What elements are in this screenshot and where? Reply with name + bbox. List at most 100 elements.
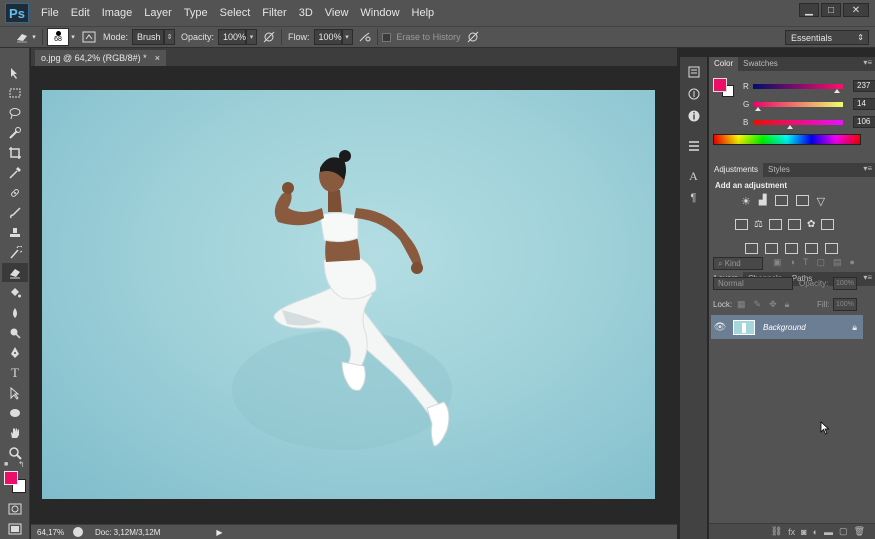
lock-image-icon[interactable]: ✎ [754, 299, 762, 310]
canvas-area[interactable] [31, 66, 677, 524]
foreground-color-swatch[interactable] [4, 471, 18, 485]
menu-filter[interactable]: Filter [256, 0, 292, 26]
color-spectrum-bar[interactable] [713, 134, 861, 145]
blur-tool-icon[interactable] [2, 303, 28, 322]
new-group-folder-icon[interactable]: ▬ [824, 527, 833, 537]
mode-select[interactable]: Brush [132, 29, 165, 45]
lock-all-icon[interactable]: 🔒︎ [785, 299, 790, 310]
gradient-map-icon[interactable] [805, 243, 818, 254]
swap-colors-icon[interactable]: ↰ [18, 460, 25, 469]
paragraph-panel-icon[interactable]: ¶ [680, 187, 707, 209]
menu-image[interactable]: Image [96, 0, 139, 26]
red-slider-thumb[interactable] [833, 88, 840, 93]
menu-type[interactable]: Type [178, 0, 214, 26]
fill-input[interactable]: 100% [833, 298, 857, 311]
quick-mask-icon[interactable] [2, 499, 28, 518]
history-panel-icon[interactable] [680, 61, 707, 83]
curves-icon[interactable] [774, 195, 788, 206]
brush-tool-icon[interactable] [2, 203, 28, 222]
quick-selection-tool-icon[interactable] [2, 123, 28, 142]
exposure-icon[interactable] [795, 195, 809, 206]
channel-mixer-icon[interactable]: ✿ [807, 219, 815, 230]
history-brush-tool-icon[interactable] [2, 243, 28, 262]
tab-color[interactable]: Color [709, 57, 739, 71]
menu-3d[interactable]: 3D [293, 0, 319, 26]
screen-mode-icon[interactable] [2, 519, 28, 538]
layer-comps-icon[interactable] [680, 135, 707, 157]
paint-bucket-tool-icon[interactable] [2, 283, 28, 302]
properties-panel-icon[interactable] [680, 83, 707, 105]
green-value[interactable]: 14 [853, 98, 875, 110]
pressure-opacity-icon[interactable] [261, 29, 277, 45]
airbrush-icon[interactable] [357, 29, 373, 45]
minimize-button[interactable]: ▁ [799, 3, 819, 17]
menu-help[interactable]: Help [406, 0, 441, 26]
red-slider[interactable] [753, 83, 843, 93]
menu-select[interactable]: Select [214, 0, 257, 26]
layer-row-background[interactable]: 👁︎ Background 🔒︎ [711, 315, 863, 339]
opacity-input[interactable]: 100% [218, 29, 246, 45]
healing-brush-tool-icon[interactable] [2, 183, 28, 202]
panel-menu-icon[interactable]: ▾≡ [863, 273, 872, 282]
eraser-tool-icon[interactable] [2, 263, 28, 282]
filter-adjustment-icon[interactable]: ◑ [790, 257, 795, 268]
green-slider[interactable] [753, 101, 843, 111]
red-value[interactable]: 237 [853, 80, 875, 92]
menu-view[interactable]: View [319, 0, 355, 26]
document-canvas[interactable] [42, 90, 655, 499]
photo-filter-icon[interactable] [787, 219, 801, 230]
filter-pixel-icon[interactable]: ▣ [773, 257, 782, 268]
pen-tool-icon[interactable] [2, 343, 28, 362]
layer-name[interactable]: Background [763, 323, 806, 332]
tab-adjustments[interactable]: Adjustments [709, 163, 764, 177]
crop-tool-icon[interactable] [2, 143, 28, 162]
selective-color-icon[interactable] [825, 243, 838, 254]
hand-tool-icon[interactable] [2, 423, 28, 442]
layer-style-fx-icon[interactable]: fx [788, 527, 795, 537]
brightness-contrast-icon[interactable]: ☀ [741, 195, 751, 208]
marquee-tool-icon[interactable] [2, 83, 28, 102]
new-layer-icon[interactable]: ▢ [839, 526, 848, 537]
blue-value[interactable]: 106 [853, 116, 875, 128]
info-panel-icon[interactable] [680, 105, 707, 127]
menu-file[interactable]: File [35, 0, 65, 26]
filter-smart-object-icon[interactable]: ▤ [833, 257, 842, 268]
flow-dropdown-icon[interactable]: ▾ [341, 29, 353, 45]
filter-shape-icon[interactable]: ▢ [816, 257, 825, 268]
posterize-icon[interactable] [765, 243, 778, 254]
invert-icon[interactable] [745, 243, 758, 254]
workspace-select[interactable]: Essentials ⇕ [785, 30, 869, 45]
delete-layer-trash-icon[interactable]: 🗑︎ [854, 526, 865, 537]
tab-swatches[interactable]: Swatches [738, 57, 783, 71]
visibility-eye-icon[interactable]: 👁︎ [711, 322, 729, 333]
blue-slider[interactable] [753, 119, 843, 129]
lock-position-icon[interactable]: ✥ [769, 299, 777, 310]
flow-input[interactable]: 100% [313, 29, 342, 45]
threshold-icon[interactable] [785, 243, 798, 254]
shape-tool-icon[interactable] [2, 403, 28, 422]
eraser-preset-icon[interactable] [14, 29, 30, 45]
color-panel-foreground-swatch[interactable] [713, 78, 727, 92]
filter-toggle-icon[interactable]: ● [849, 257, 854, 268]
type-tool-icon[interactable]: T [2, 363, 28, 382]
layer-opacity-input[interactable]: 100% [833, 277, 857, 290]
color-balance-icon[interactable]: ⚖ [754, 219, 763, 230]
brush-panel-icon[interactable] [81, 29, 97, 45]
tab-styles[interactable]: Styles [763, 163, 795, 177]
blue-slider-thumb[interactable] [787, 124, 794, 129]
erase-to-history-checkbox[interactable] [381, 32, 391, 42]
panel-menu-icon[interactable]: ▾≡ [863, 164, 872, 173]
close-button[interactable]: ✕ [843, 3, 869, 17]
new-adjustment-layer-icon[interactable]: ◐ [813, 527, 818, 537]
panel-menu-icon[interactable]: ▾≡ [863, 58, 872, 67]
add-mask-icon[interactable]: ◙ [801, 527, 806, 537]
black-white-icon[interactable] [768, 219, 782, 230]
lasso-tool-icon[interactable] [2, 103, 28, 122]
menu-window[interactable]: Window [354, 0, 405, 26]
zoom-level[interactable]: 64,17% [37, 528, 67, 537]
maximize-button[interactable]: □ [821, 3, 841, 17]
link-layers-icon[interactable]: ⛓ [771, 526, 782, 537]
mode-dropdown-icon[interactable]: ⇕ [164, 29, 176, 45]
menu-edit[interactable]: Edit [65, 0, 96, 26]
document-tab[interactable]: o.jpg @ 64,2% (RGB/8#) * × [35, 50, 166, 66]
